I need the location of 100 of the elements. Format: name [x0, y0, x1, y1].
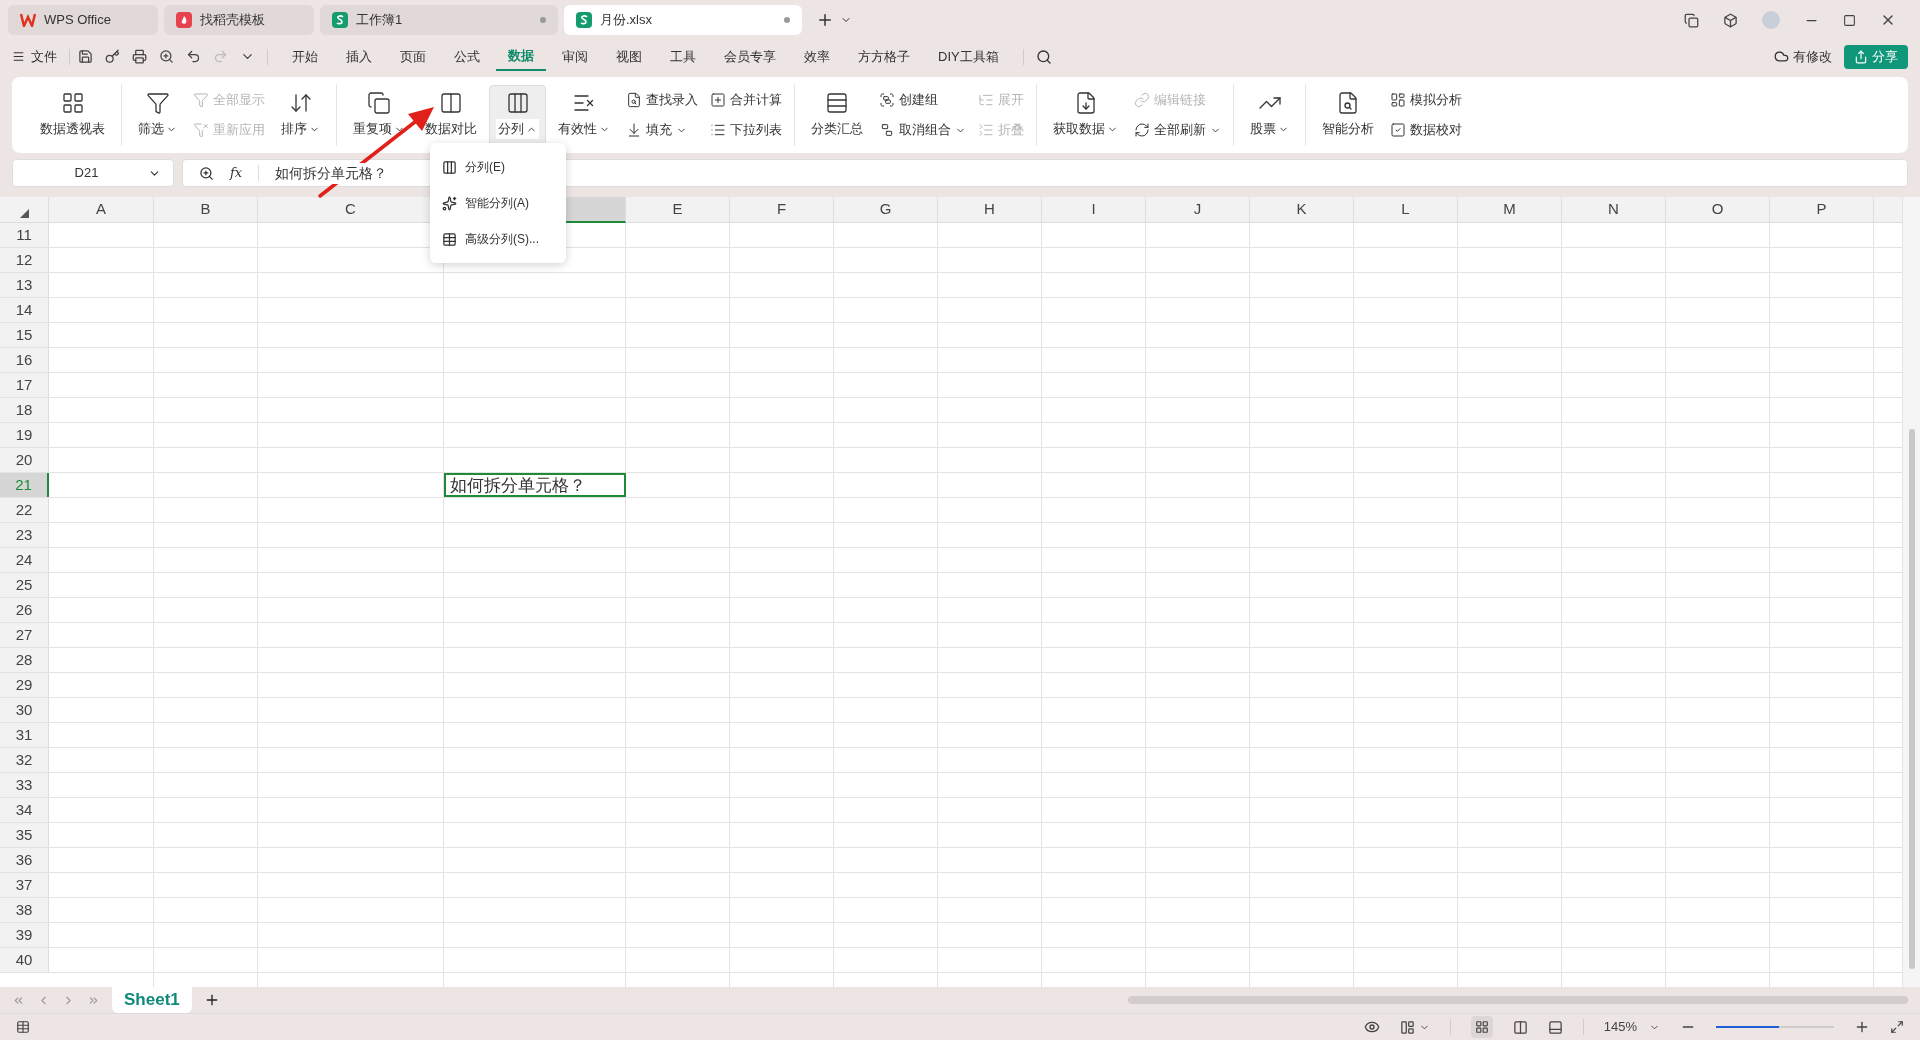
column-header[interactable]: G [834, 197, 938, 223]
restore-icon[interactable] [1843, 13, 1856, 27]
print-icon[interactable] [132, 49, 147, 64]
preview-icon[interactable] [159, 49, 174, 64]
row-header[interactable]: 39 [0, 923, 49, 947]
share-button[interactable]: 分享 [1844, 44, 1908, 69]
row-header[interactable]: 26 [0, 598, 49, 622]
ribbon-tab[interactable]: DIY工具箱 [926, 42, 1011, 71]
row-header[interactable]: 40 [0, 948, 49, 972]
row-header[interactable]: 34 [0, 798, 49, 822]
row-header[interactable]: 23 [0, 523, 49, 547]
ribbon-tab[interactable]: 视图 [604, 42, 654, 71]
column-header[interactable]: J [1146, 197, 1250, 223]
cloud-status[interactable]: 有修改 [1774, 46, 1832, 67]
ribbon-tab[interactable]: 方方格子 [846, 42, 922, 71]
new-tab-icon[interactable] [816, 11, 834, 29]
name-box[interactable]: D21 [12, 159, 174, 187]
row-header[interactable]: 37 [0, 873, 49, 897]
ribbon-tab[interactable]: 插入 [334, 42, 384, 71]
row-header[interactable]: 22 [0, 498, 49, 522]
column-header[interactable]: P [1770, 197, 1874, 223]
row-header[interactable]: 14 [0, 298, 49, 322]
row-header[interactable]: 28 [0, 648, 49, 672]
ribbon-button[interactable]: 排序 [273, 85, 328, 145]
ribbon-button[interactable]: 分列 [489, 85, 546, 145]
ribbon-tab[interactable]: 公式 [442, 42, 492, 71]
document-tab[interactable]: 月份.xlsx [564, 5, 802, 35]
ribbon-button[interactable]: 查找录入 [622, 88, 702, 112]
page-view-icon[interactable] [1512, 1019, 1528, 1035]
ribbon-button[interactable]: 合并计算 [706, 88, 786, 112]
ribbon-tab[interactable]: 页面 [388, 42, 438, 71]
ribbon-button[interactable]: 获取数据 [1045, 85, 1126, 145]
search-icon[interactable] [1035, 48, 1052, 65]
column-header[interactable]: B [154, 197, 258, 223]
row-header[interactable]: 30 [0, 698, 49, 722]
key-icon[interactable] [105, 49, 120, 64]
active-cell[interactable]: 如何拆分单元格？ [444, 473, 626, 497]
ribbon-tab[interactable]: 开始 [280, 42, 330, 71]
column-header[interactable]: I [1042, 197, 1146, 223]
row-header[interactable]: 36 [0, 848, 49, 872]
ribbon-button[interactable]: 取消组合 [875, 118, 970, 142]
row-header[interactable]: 38 [0, 898, 49, 922]
break-view-icon[interactable] [1547, 1019, 1563, 1035]
row-header[interactable]: 33 [0, 773, 49, 797]
row-header[interactable]: 32 [0, 748, 49, 772]
vertical-scrollbar[interactable] [1902, 197, 1920, 987]
ribbon-button[interactable]: 筛选 [130, 85, 185, 145]
window-list-icon[interactable] [1684, 12, 1699, 28]
row-header[interactable]: 11 [0, 223, 49, 247]
row-header[interactable]: 27 [0, 623, 49, 647]
ribbon-button[interactable]: 重复项 [345, 85, 413, 145]
column-header[interactable]: E [626, 197, 730, 223]
ribbon-button[interactable]: 智能分析 [1314, 85, 1382, 145]
row-header[interactable]: 25 [0, 573, 49, 597]
row-header[interactable]: 12 [0, 248, 49, 272]
ribbon-button[interactable]: 数据校对 [1386, 118, 1466, 142]
undo-icon[interactable] [186, 49, 201, 64]
column-header[interactable]: F [730, 197, 834, 223]
document-tab[interactable]: 工作簿1 [320, 5, 558, 35]
horizontal-scrollbar[interactable] [1128, 996, 1908, 1004]
sheet-tab[interactable]: Sheet1 [112, 987, 192, 1013]
zoom-icon[interactable] [199, 165, 214, 181]
cube-icon[interactable] [1723, 12, 1738, 28]
ribbon-button[interactable]: 有效性 [550, 85, 618, 145]
row-header[interactable]: 29 [0, 673, 49, 697]
row-header[interactable]: 31 [0, 723, 49, 747]
document-tab[interactable]: 找稻壳模板 [164, 5, 314, 35]
row-header[interactable]: 19 [0, 423, 49, 447]
ribbon-button[interactable]: 全部刷新 [1130, 118, 1225, 142]
row-header[interactable]: 24 [0, 548, 49, 572]
ribbon-tab[interactable]: 审阅 [550, 42, 600, 71]
row-header[interactable]: 16 [0, 348, 49, 372]
eye-icon[interactable] [1363, 1019, 1380, 1035]
ribbon-tab[interactable]: 效率 [792, 42, 842, 71]
column-header[interactable]: L [1354, 197, 1458, 223]
row-header[interactable]: 17 [0, 373, 49, 397]
document-tab[interactable]: WPS Office [8, 5, 158, 35]
ribbon-tab[interactable]: 工具 [658, 42, 708, 71]
ribbon-button[interactable]: 填充 [622, 118, 702, 142]
zoom-level[interactable]: 145% [1603, 1017, 1660, 1037]
row-header[interactable]: 20 [0, 448, 49, 472]
fullscreen-icon[interactable] [1890, 1020, 1904, 1034]
row-header[interactable]: 18 [0, 398, 49, 422]
ribbon-button[interactable]: 分类汇总 [803, 85, 871, 145]
row-header[interactable]: 35 [0, 823, 49, 847]
zoom-in-icon[interactable] [1854, 1019, 1870, 1035]
save-icon[interactable] [78, 49, 93, 64]
normal-view-icon[interactable] [1470, 1016, 1493, 1038]
ribbon-button[interactable]: 下拉列表 [706, 118, 786, 142]
column-header[interactable]: A [49, 197, 154, 223]
menu-item[interactable]: 分列(E) [430, 149, 566, 185]
column-header[interactable]: O [1666, 197, 1770, 223]
ribbon-button[interactable]: 创建组 [875, 88, 970, 112]
file-menu[interactable]: 文件 [12, 46, 69, 67]
column-header[interactable]: H [938, 197, 1042, 223]
row-header[interactable]: 15 [0, 323, 49, 347]
column-header[interactable]: N [1562, 197, 1666, 223]
row-header[interactable]: 13 [0, 273, 49, 297]
column-header[interactable]: K [1250, 197, 1354, 223]
macro-icon[interactable] [16, 1020, 30, 1034]
